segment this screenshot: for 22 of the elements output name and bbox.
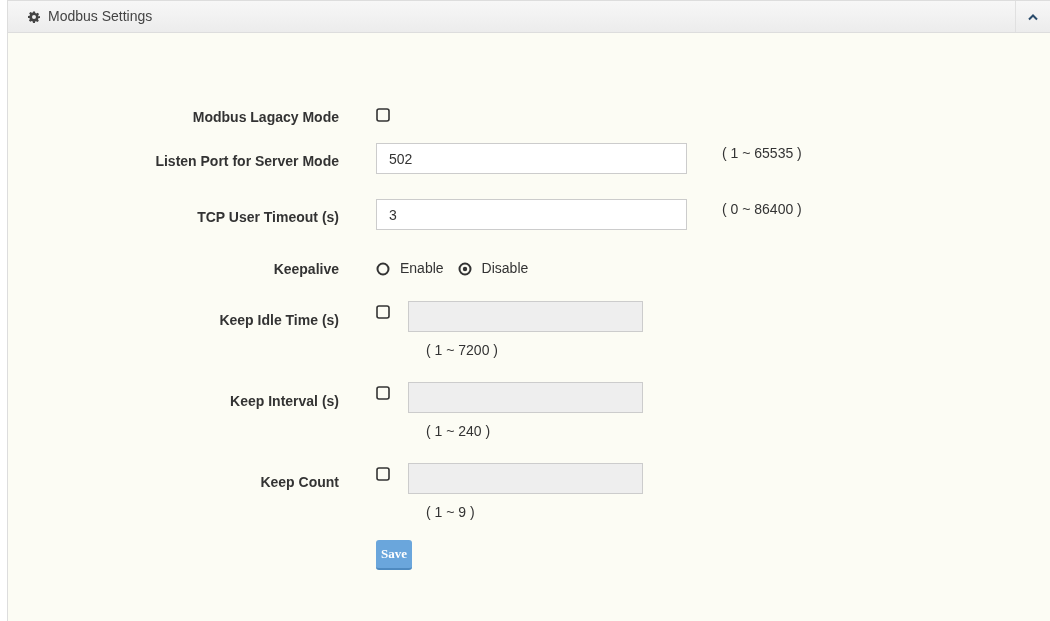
field-label: Keepalive bbox=[272, 260, 339, 279]
field-label: TCP User Timeout (s) bbox=[196, 208, 339, 227]
field-label: Keep Idle Time (s) bbox=[218, 311, 339, 330]
field-label: Listen Port for Server Mode bbox=[154, 152, 339, 171]
radio-label[interactable]: Enable bbox=[400, 258, 444, 279]
range-hint: ( 1 ~ 240 ) bbox=[426, 422, 492, 441]
input-field[interactable]: 502 bbox=[376, 143, 687, 174]
field-label: Modbus Lagacy Mode bbox=[191, 108, 339, 127]
range-hint: ( 1 ~ 65535 ) bbox=[722, 144, 802, 163]
range-hint: ( 0 ~ 86400 ) bbox=[722, 200, 802, 219]
field-label: Keep Interval (s) bbox=[229, 392, 339, 411]
chevron-up-icon bbox=[1028, 12, 1038, 21]
radio-button[interactable] bbox=[376, 261, 390, 276]
panel-title: Modbus Settings bbox=[48, 7, 153, 26]
radio-button[interactable] bbox=[457, 261, 472, 276]
radio-label[interactable]: Disable bbox=[481, 258, 529, 279]
field-label: Keep Count bbox=[259, 473, 339, 492]
gear-icon bbox=[28, 10, 40, 23]
range-hint: ( 1 ~ 9 ) bbox=[426, 503, 476, 522]
input-field[interactable]: 3 bbox=[376, 199, 687, 230]
checkbox[interactable] bbox=[376, 108, 390, 122]
range-hint: ( 1 ~ 7200 ) bbox=[426, 341, 499, 360]
